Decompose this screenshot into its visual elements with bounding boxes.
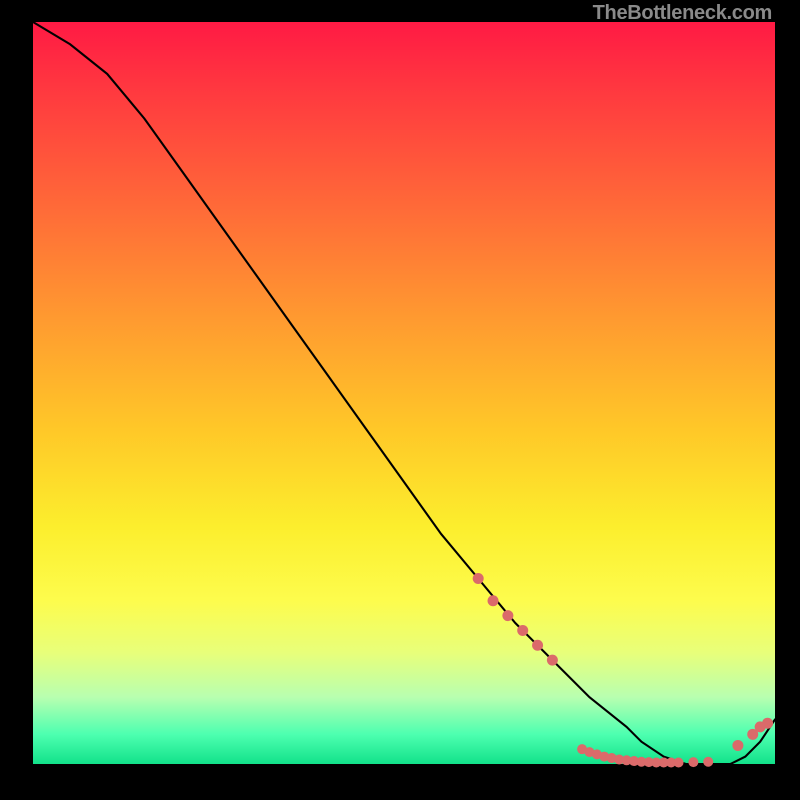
- chart-svg: [33, 22, 775, 764]
- data-marker: [517, 625, 528, 636]
- data-marker: [732, 740, 743, 751]
- data-marker: [532, 640, 543, 651]
- attribution-text: TheBottleneck.com: [593, 2, 772, 25]
- data-marker: [488, 595, 499, 606]
- data-marker: [502, 610, 513, 621]
- data-marker: [473, 573, 484, 584]
- chart-canvas: [33, 22, 775, 764]
- data-marker: [674, 758, 684, 768]
- bottleneck-curve: [33, 22, 775, 764]
- data-marker: [703, 757, 713, 767]
- data-marker: [547, 655, 558, 666]
- data-marker: [762, 718, 773, 729]
- data-marker: [688, 757, 698, 767]
- data-markers: [473, 573, 773, 768]
